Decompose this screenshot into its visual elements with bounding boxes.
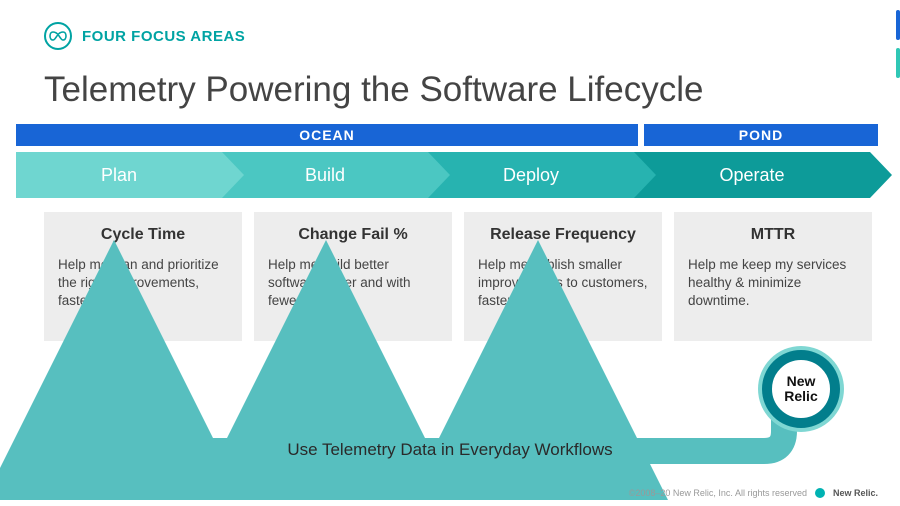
category-bars: OCEAN POND bbox=[0, 124, 900, 146]
chevron-build: Build bbox=[222, 152, 428, 198]
card-cycle-time: Cycle Time Help me plan and prioritize t… bbox=[44, 212, 242, 341]
card-release-frequency: Release Frequency Help me publish smalle… bbox=[464, 212, 662, 341]
chevron-label: Operate bbox=[719, 165, 784, 186]
edge-accent-icon bbox=[896, 48, 900, 78]
infinity-logo-icon bbox=[44, 22, 72, 50]
brand-dot-icon bbox=[815, 488, 825, 498]
edge-accent-icon bbox=[896, 10, 900, 40]
card-change-fail: Change Fail % Help me build better softw… bbox=[254, 212, 452, 341]
card-body: Help me build better software faster and… bbox=[268, 256, 438, 311]
bar-pond: POND bbox=[644, 124, 878, 146]
slide-header: FOUR FOCUS AREAS bbox=[0, 0, 900, 50]
lifecycle-chevrons: Plan Build Deploy Operate bbox=[0, 146, 900, 198]
footer-brand: New Relic. bbox=[833, 488, 878, 498]
chevron-operate: Operate bbox=[634, 152, 870, 198]
flow-caption: Use Telemetry Data in Everyday Workflows bbox=[0, 440, 900, 460]
card-body: Help me publish smaller improvements to … bbox=[478, 256, 648, 311]
slide-title: Telemetry Powering the Software Lifecycl… bbox=[0, 50, 900, 124]
new-relic-badge: New Relic bbox=[762, 350, 840, 428]
bar-ocean: OCEAN bbox=[16, 124, 638, 146]
brand-text: FOUR FOCUS AREAS bbox=[82, 28, 245, 45]
card-title: Change Fail % bbox=[268, 226, 438, 244]
copyright-text: ©2008–20 New Relic, Inc. All rights rese… bbox=[629, 488, 807, 498]
chevron-label: Build bbox=[305, 165, 345, 186]
chevron-deploy: Deploy bbox=[428, 152, 634, 198]
card-body: Help me keep my services healthy & minim… bbox=[688, 256, 858, 311]
chevron-plan: Plan bbox=[16, 152, 222, 198]
slide-footer: ©2008–20 New Relic, Inc. All rights rese… bbox=[629, 488, 878, 498]
chevron-label: Deploy bbox=[503, 165, 559, 186]
chevron-label: Plan bbox=[101, 165, 137, 186]
card-title: MTTR bbox=[688, 226, 858, 244]
badge-text: New Relic bbox=[784, 374, 817, 403]
card-body: Help me plan and prioritize the right im… bbox=[58, 256, 228, 311]
card-mttr: MTTR Help me keep my services healthy & … bbox=[674, 212, 872, 341]
metric-cards: Cycle Time Help me plan and prioritize t… bbox=[0, 198, 900, 341]
card-title: Cycle Time bbox=[58, 226, 228, 244]
card-title: Release Frequency bbox=[478, 226, 648, 244]
